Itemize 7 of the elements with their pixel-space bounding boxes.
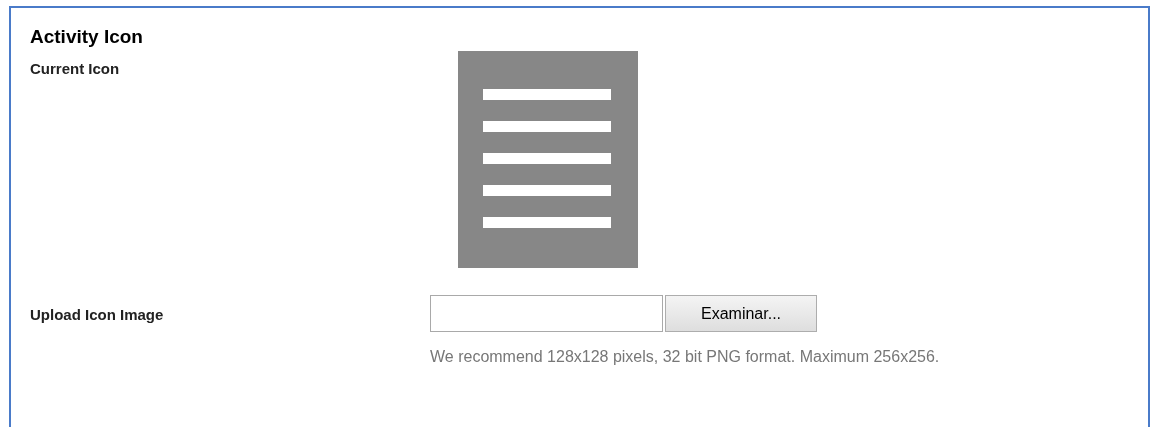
section-title: Activity Icon [30, 25, 144, 49]
browse-button[interactable]: Examinar... [665, 295, 817, 332]
field-label: Upload Icon Image [30, 305, 165, 325]
field-label: Current Icon [30, 59, 121, 79]
file-path-field[interactable] [430, 295, 663, 332]
document-icon [458, 51, 638, 268]
help-text: We recommend 128x128 pixels, 32 bit PNG format. Maximum 256x256. [430, 347, 940, 367]
